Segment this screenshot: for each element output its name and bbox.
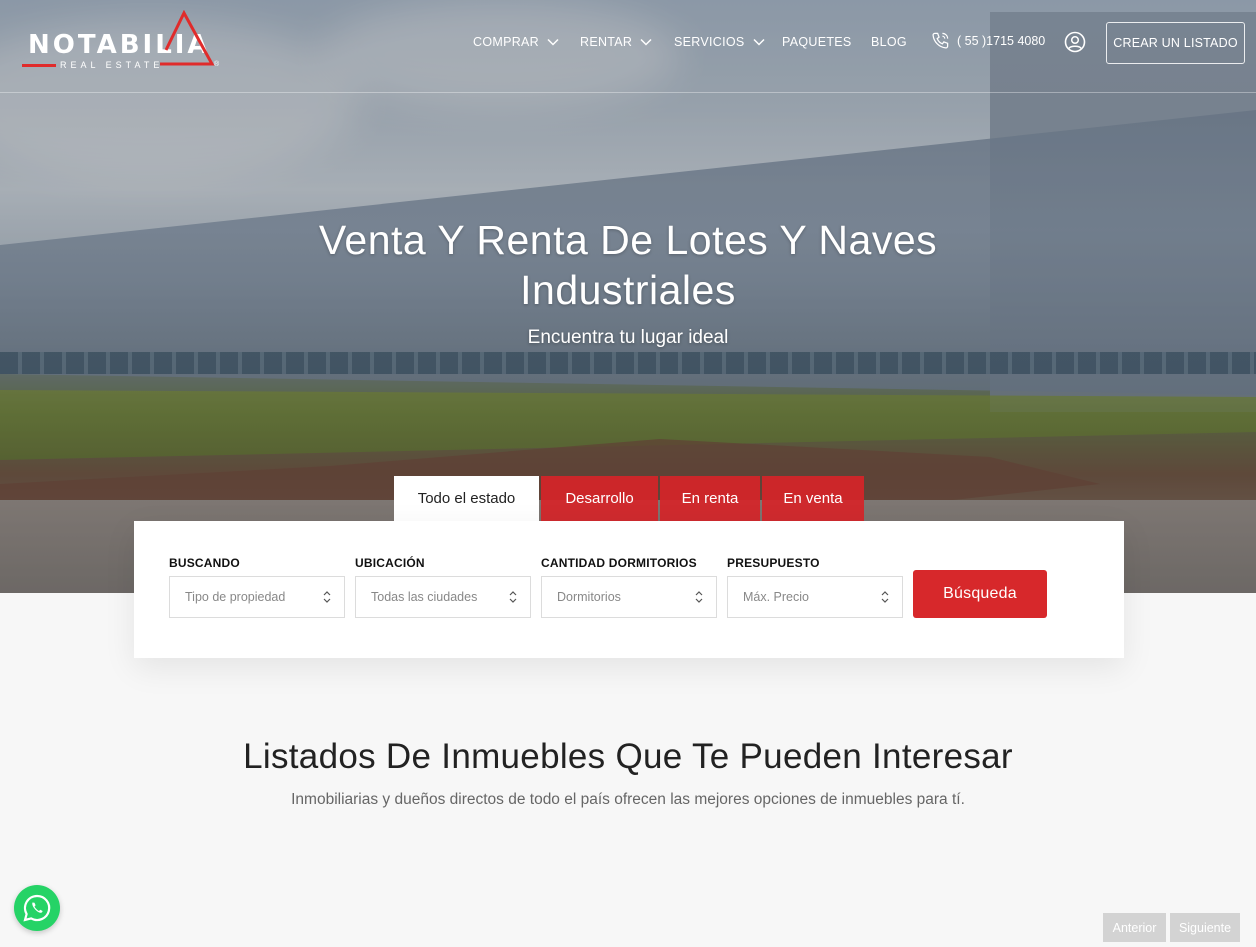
field-presupuesto: PRESUPUESTO Máx. Precio bbox=[727, 556, 903, 618]
tab-desarrollo[interactable]: Desarrollo bbox=[541, 476, 658, 521]
whatsapp-icon bbox=[23, 894, 51, 922]
field-label: BUSCANDO bbox=[169, 556, 240, 570]
phone-number: ( 55 )1715 4080 bbox=[957, 33, 1046, 48]
chevron-down-icon bbox=[640, 38, 652, 46]
field-label: PRESUPUESTO bbox=[727, 556, 820, 570]
next-button[interactable]: Siguiente bbox=[1170, 913, 1240, 942]
field-label: UBICACIÓN bbox=[355, 556, 425, 570]
nav-servicios[interactable]: SERVICIOS bbox=[674, 35, 782, 49]
bedrooms-select[interactable]: Dormitorios bbox=[541, 576, 717, 618]
user-icon[interactable] bbox=[1064, 31, 1086, 53]
field-ubicacion: UBICACIÓN Todas las ciudades bbox=[355, 556, 531, 618]
tab-todo-el-estado[interactable]: Todo el estado bbox=[394, 476, 539, 521]
logo-accent-line bbox=[22, 64, 56, 67]
nav-comprar-label: COMPRAR bbox=[473, 35, 539, 49]
brand-logo[interactable]: NOTABILIA REAL ESTATE ® bbox=[22, 10, 222, 70]
nav-paquetes[interactable]: PAQUETES bbox=[782, 35, 871, 49]
location-select[interactable]: Todas las ciudades bbox=[355, 576, 531, 618]
hero-subtitle: Encuentra tu lugar ideal bbox=[527, 327, 729, 348]
search-panel: BUSCANDO Tipo de propiedad UBICACIÓN Tod… bbox=[134, 521, 1124, 658]
chevron-down-icon bbox=[753, 38, 765, 46]
field-buscando: BUSCANDO Tipo de propiedad bbox=[169, 556, 345, 618]
main-nav: COMPRAR RENTAR SERVICIOS PAQUETES BLOG bbox=[473, 32, 911, 52]
tab-en-renta[interactable]: En renta bbox=[660, 476, 760, 521]
select-arrows-icon bbox=[881, 591, 889, 603]
site-header: NOTABILIA REAL ESTATE ® COMPRAR RENTAR S… bbox=[0, 0, 1256, 93]
nav-comprar[interactable]: COMPRAR bbox=[473, 35, 580, 49]
hero-title: Venta Y Renta De Lotes Y Naves Industria… bbox=[318, 217, 938, 313]
select-placeholder: Dormitorios bbox=[557, 590, 621, 604]
tab-en-venta[interactable]: En venta bbox=[762, 476, 864, 521]
field-dormitorios: CANTIDAD DORMITORIOS Dormitorios bbox=[541, 556, 717, 618]
max-price-select[interactable]: Máx. Precio bbox=[727, 576, 903, 618]
create-listing-button[interactable]: CREAR UN LISTADO bbox=[1106, 22, 1245, 64]
triangle-logo-icon: ® bbox=[160, 10, 220, 68]
phone-link[interactable]: ( 55 )1715 4080 bbox=[931, 31, 1045, 50]
previous-button[interactable]: Anterior bbox=[1103, 913, 1166, 942]
nav-servicios-label: SERVICIOS bbox=[674, 35, 745, 49]
nav-rentar-label: RENTAR bbox=[580, 35, 633, 49]
select-placeholder: Todas las ciudades bbox=[371, 590, 478, 604]
whatsapp-button[interactable] bbox=[14, 885, 60, 931]
phone-icon bbox=[932, 32, 949, 49]
select-arrows-icon bbox=[509, 591, 517, 603]
property-type-select[interactable]: Tipo de propiedad bbox=[169, 576, 345, 618]
select-arrows-icon bbox=[695, 591, 703, 603]
svg-text:®: ® bbox=[214, 60, 220, 68]
nav-blog[interactable]: BLOG bbox=[871, 35, 911, 49]
search-tabs: Todo el estado Desarrollo En renta En ve… bbox=[394, 476, 866, 521]
listings-subtitle: Inmobiliarias y dueños directos de todo … bbox=[291, 791, 965, 808]
field-label: CANTIDAD DORMITORIOS bbox=[541, 556, 697, 570]
listings-title: Listados De Inmuebles Que Te Pueden Inte… bbox=[243, 737, 1013, 776]
nav-rentar[interactable]: RENTAR bbox=[580, 35, 674, 49]
brand-tagline: REAL ESTATE bbox=[60, 60, 164, 70]
select-placeholder: Máx. Precio bbox=[743, 590, 809, 604]
search-button[interactable]: Búsqueda bbox=[913, 570, 1047, 618]
chevron-down-icon bbox=[547, 38, 559, 46]
select-placeholder: Tipo de propiedad bbox=[185, 590, 286, 604]
select-arrows-icon bbox=[323, 591, 331, 603]
